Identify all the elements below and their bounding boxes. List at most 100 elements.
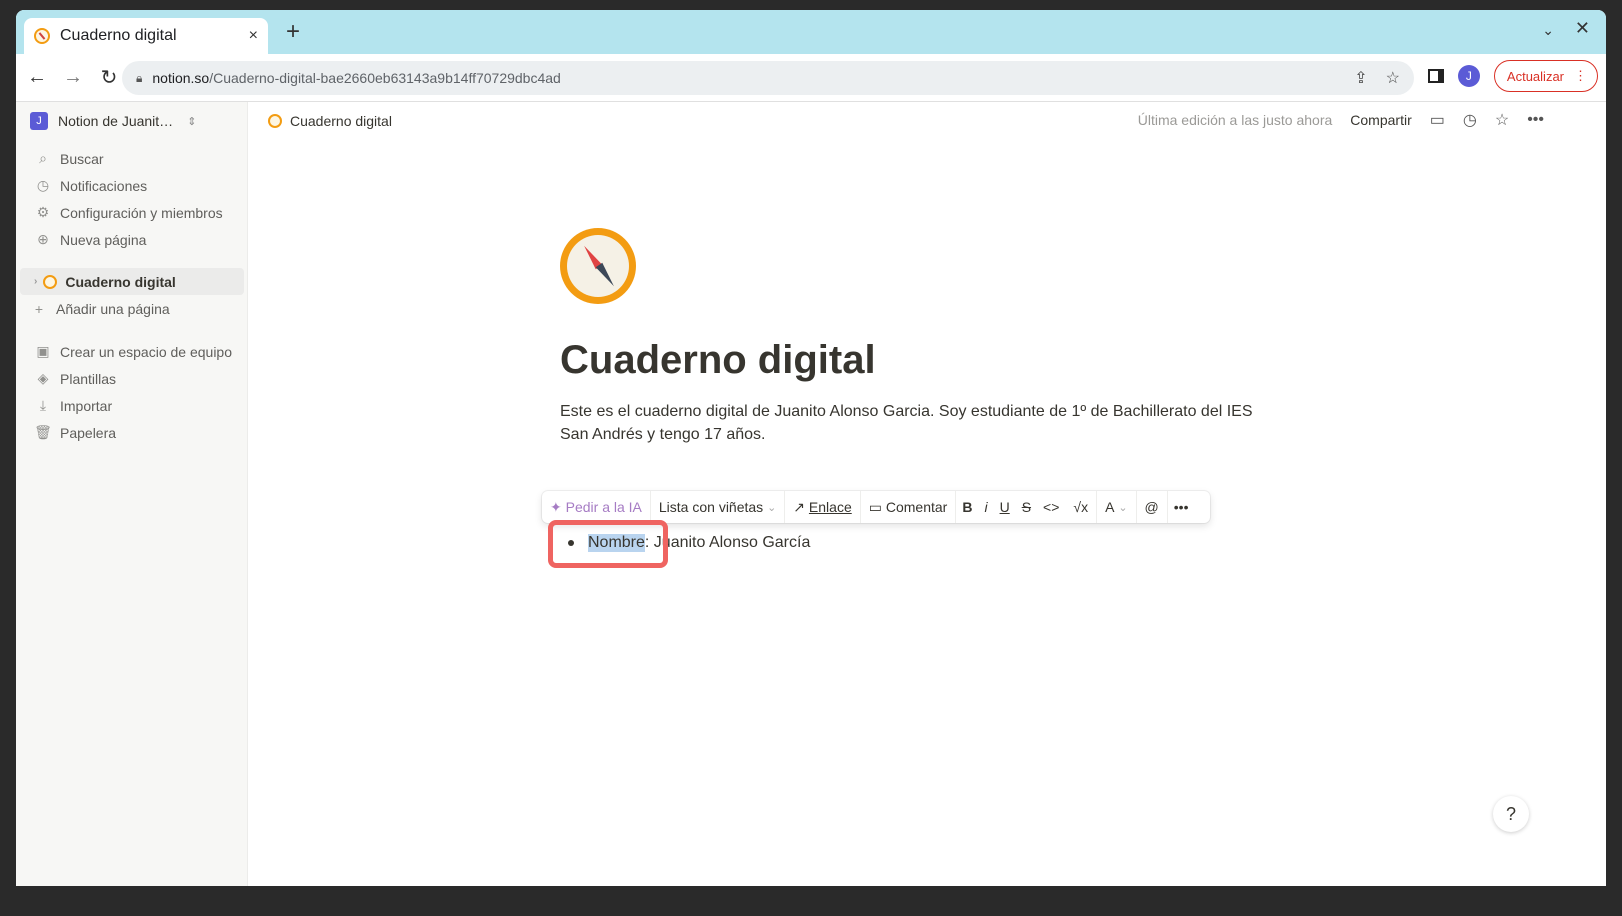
arrow-up-right-icon: ↗ (793, 498, 806, 515)
sidebar-item-label: Nueva página (60, 231, 147, 248)
update-button[interactable]: Actualizar ⋮ (1493, 60, 1598, 92)
chevron-down-icon[interactable]: ⌄ (1542, 22, 1554, 39)
italic-button[interactable]: i (978, 491, 993, 523)
history-icon[interactable]: ◷ (1463, 110, 1477, 130)
sidebar-item-label: Notificaciones (60, 177, 148, 194)
underline-button[interactable]: U (994, 491, 1016, 523)
url-text: notion.so/Cuaderno-digital-bae2660eb6314… (152, 70, 560, 86)
math-button[interactable]: √x (1065, 491, 1098, 523)
sidebar-item-notifications[interactable]: ◷ Notificaciones (20, 172, 244, 199)
add-page-button[interactable]: + Añadir una página (20, 295, 244, 322)
sidebar-page-cuaderno[interactable]: › Cuaderno digital (20, 268, 244, 295)
share-button[interactable]: Compartir (1350, 112, 1411, 128)
workspace-avatar: J (30, 112, 48, 130)
lock-icon[interactable]: 🔒︎ (136, 71, 142, 86)
strikethrough-button[interactable]: S (1016, 491, 1037, 523)
kebab-menu-icon: ⋮ (1574, 68, 1587, 83)
tab-bar: Cuaderno digital × + ⌄ ✕ (16, 10, 1606, 54)
gear-icon: ⚙ (36, 204, 50, 220)
ask-ai-label: Pedir a la IA (565, 499, 642, 515)
plus-icon: + (34, 300, 44, 317)
sidebar-page-label: Cuaderno digital (65, 273, 176, 290)
sidebar-item-teamspace[interactable]: ▣ Crear un espacio de equipo (20, 338, 244, 365)
format-toolbar: ✦ Pedir a la IA Lista con viñetas ⌄ ↗ En… (542, 491, 1210, 523)
chevron-updown-icon: ⇕ (187, 115, 197, 128)
add-page-label: Añadir una página (56, 300, 170, 317)
block-type-label: Lista con viñetas (658, 499, 764, 515)
window-close-icon[interactable]: ✕ (1575, 18, 1590, 39)
browser-toolbar: ← → ↻ 🔒︎ notion.so/Cuaderno-digital-bae2… (16, 54, 1606, 102)
address-bar[interactable]: 🔒︎ notion.so/Cuaderno-digital-bae2660eb6… (122, 61, 1414, 95)
browser-window: Cuaderno digital × + ⌄ ✕ ← → ↻ 🔒︎ notion… (16, 10, 1606, 886)
compass-icon (34, 28, 50, 44)
trash-icon: 🗑︎ (34, 424, 52, 440)
page-topbar: Cuaderno digital Última edición a las ju… (248, 102, 1554, 140)
sidebar: J Notion de Juanit… ⇕ ⌕ Buscar ◷ Notific… (16, 102, 248, 886)
sidebar-item-label: Configuración y miembros (60, 204, 223, 221)
comment-button[interactable]: ▭ Comentar (861, 491, 957, 523)
chevron-down-icon: ⌄ (1118, 501, 1128, 514)
sidebar-item-search[interactable]: ⌕ Buscar (20, 145, 244, 172)
breadcrumb[interactable]: Cuaderno digital (268, 113, 392, 129)
help-button[interactable]: ? (1493, 796, 1529, 832)
block-type-dropdown[interactable]: Lista con viñetas ⌄ (651, 491, 786, 523)
search-icon: ⌕ (39, 150, 47, 166)
compass-icon (268, 114, 282, 128)
bold-button[interactable]: B (956, 491, 978, 523)
chevron-right-icon[interactable]: › (34, 276, 37, 287)
sidebar-item-new-page[interactable]: ⊕ Nueva página (20, 226, 244, 253)
sidebar-item-templates[interactable]: ◈ Plantillas (20, 365, 244, 392)
sidebar-item-label: Papelera (60, 424, 117, 441)
sidebar-item-trash[interactable]: 🗑︎ Papelera (20, 419, 244, 446)
mention-button[interactable]: @ (1137, 491, 1168, 523)
bookmark-star-icon[interactable]: ☆ (1386, 68, 1400, 88)
import-icon: ⤓ (39, 397, 47, 413)
sidebar-item-label: Buscar (60, 150, 104, 167)
link-button[interactable]: ↗ Enlace (785, 491, 861, 523)
teamspace-icon: ▣ (36, 343, 50, 359)
text-color-button[interactable]: A ⌄ (1097, 491, 1137, 523)
share-icon[interactable]: ⇪ (1354, 68, 1367, 88)
browser-tab[interactable]: Cuaderno digital × (24, 18, 268, 54)
comment-icon: ▭ (868, 498, 882, 515)
url-host: notion.so (152, 70, 210, 86)
ask-ai-button[interactable]: ✦ Pedir a la IA (542, 491, 651, 523)
back-icon[interactable]: ← (22, 66, 52, 89)
favorite-star-icon[interactable]: ☆ (1495, 110, 1509, 130)
chevron-down-icon: ⌄ (767, 501, 777, 514)
forward-icon[interactable]: → (58, 66, 88, 89)
sidebar-item-label: Importar (60, 397, 113, 414)
plus-circle-icon: ⊕ (37, 231, 49, 247)
highlight-annotation (548, 520, 668, 568)
comments-icon[interactable]: ▭ (1430, 110, 1445, 130)
sidebar-item-label: Crear un espacio de equipo (60, 343, 233, 360)
code-button[interactable]: <> (1037, 491, 1065, 523)
page-title[interactable]: Cuaderno digital (560, 338, 876, 383)
link-label: Enlace (808, 499, 852, 515)
workspace-switcher[interactable]: J Notion de Juanit… ⇕ (30, 112, 196, 130)
last-edited-text: Última edición a las justo ahora (1137, 112, 1333, 128)
sidebar-item-label: Plantillas (60, 370, 117, 387)
text-color-label: A (1105, 499, 1115, 515)
page-compass-icon[interactable] (560, 228, 636, 304)
side-panel-icon[interactable] (1427, 69, 1444, 83)
update-label: Actualizar (1506, 68, 1564, 84)
tab-close-icon[interactable]: × (249, 27, 258, 45)
more-options-button[interactable]: ••• (1168, 491, 1195, 523)
page-description[interactable]: Este es el cuaderno digital de Juanito A… (560, 400, 1260, 446)
sidebar-item-import[interactable]: ⤓ Importar (20, 392, 244, 419)
workspace-name: Notion de Juanit… (58, 113, 174, 129)
clock-icon: ◷ (36, 177, 50, 193)
bullet-text[interactable]: : Juanito Alonso García (645, 534, 810, 552)
templates-icon: ◈ (37, 370, 49, 386)
compass-icon (43, 274, 58, 289)
profile-avatar[interactable]: J (1457, 65, 1480, 87)
comment-label: Comentar (885, 499, 948, 515)
url-path: /Cuaderno-digital-bae2660eb63143a9b14ff7… (209, 70, 561, 86)
reload-icon[interactable]: ↻ (94, 65, 124, 90)
more-icon[interactable]: ••• (1527, 111, 1544, 129)
tab-title: Cuaderno digital (60, 27, 177, 44)
breadcrumb-label: Cuaderno digital (290, 113, 392, 129)
new-tab-button[interactable]: + (286, 20, 300, 44)
sidebar-item-settings[interactable]: ⚙ Configuración y miembros (20, 199, 244, 226)
